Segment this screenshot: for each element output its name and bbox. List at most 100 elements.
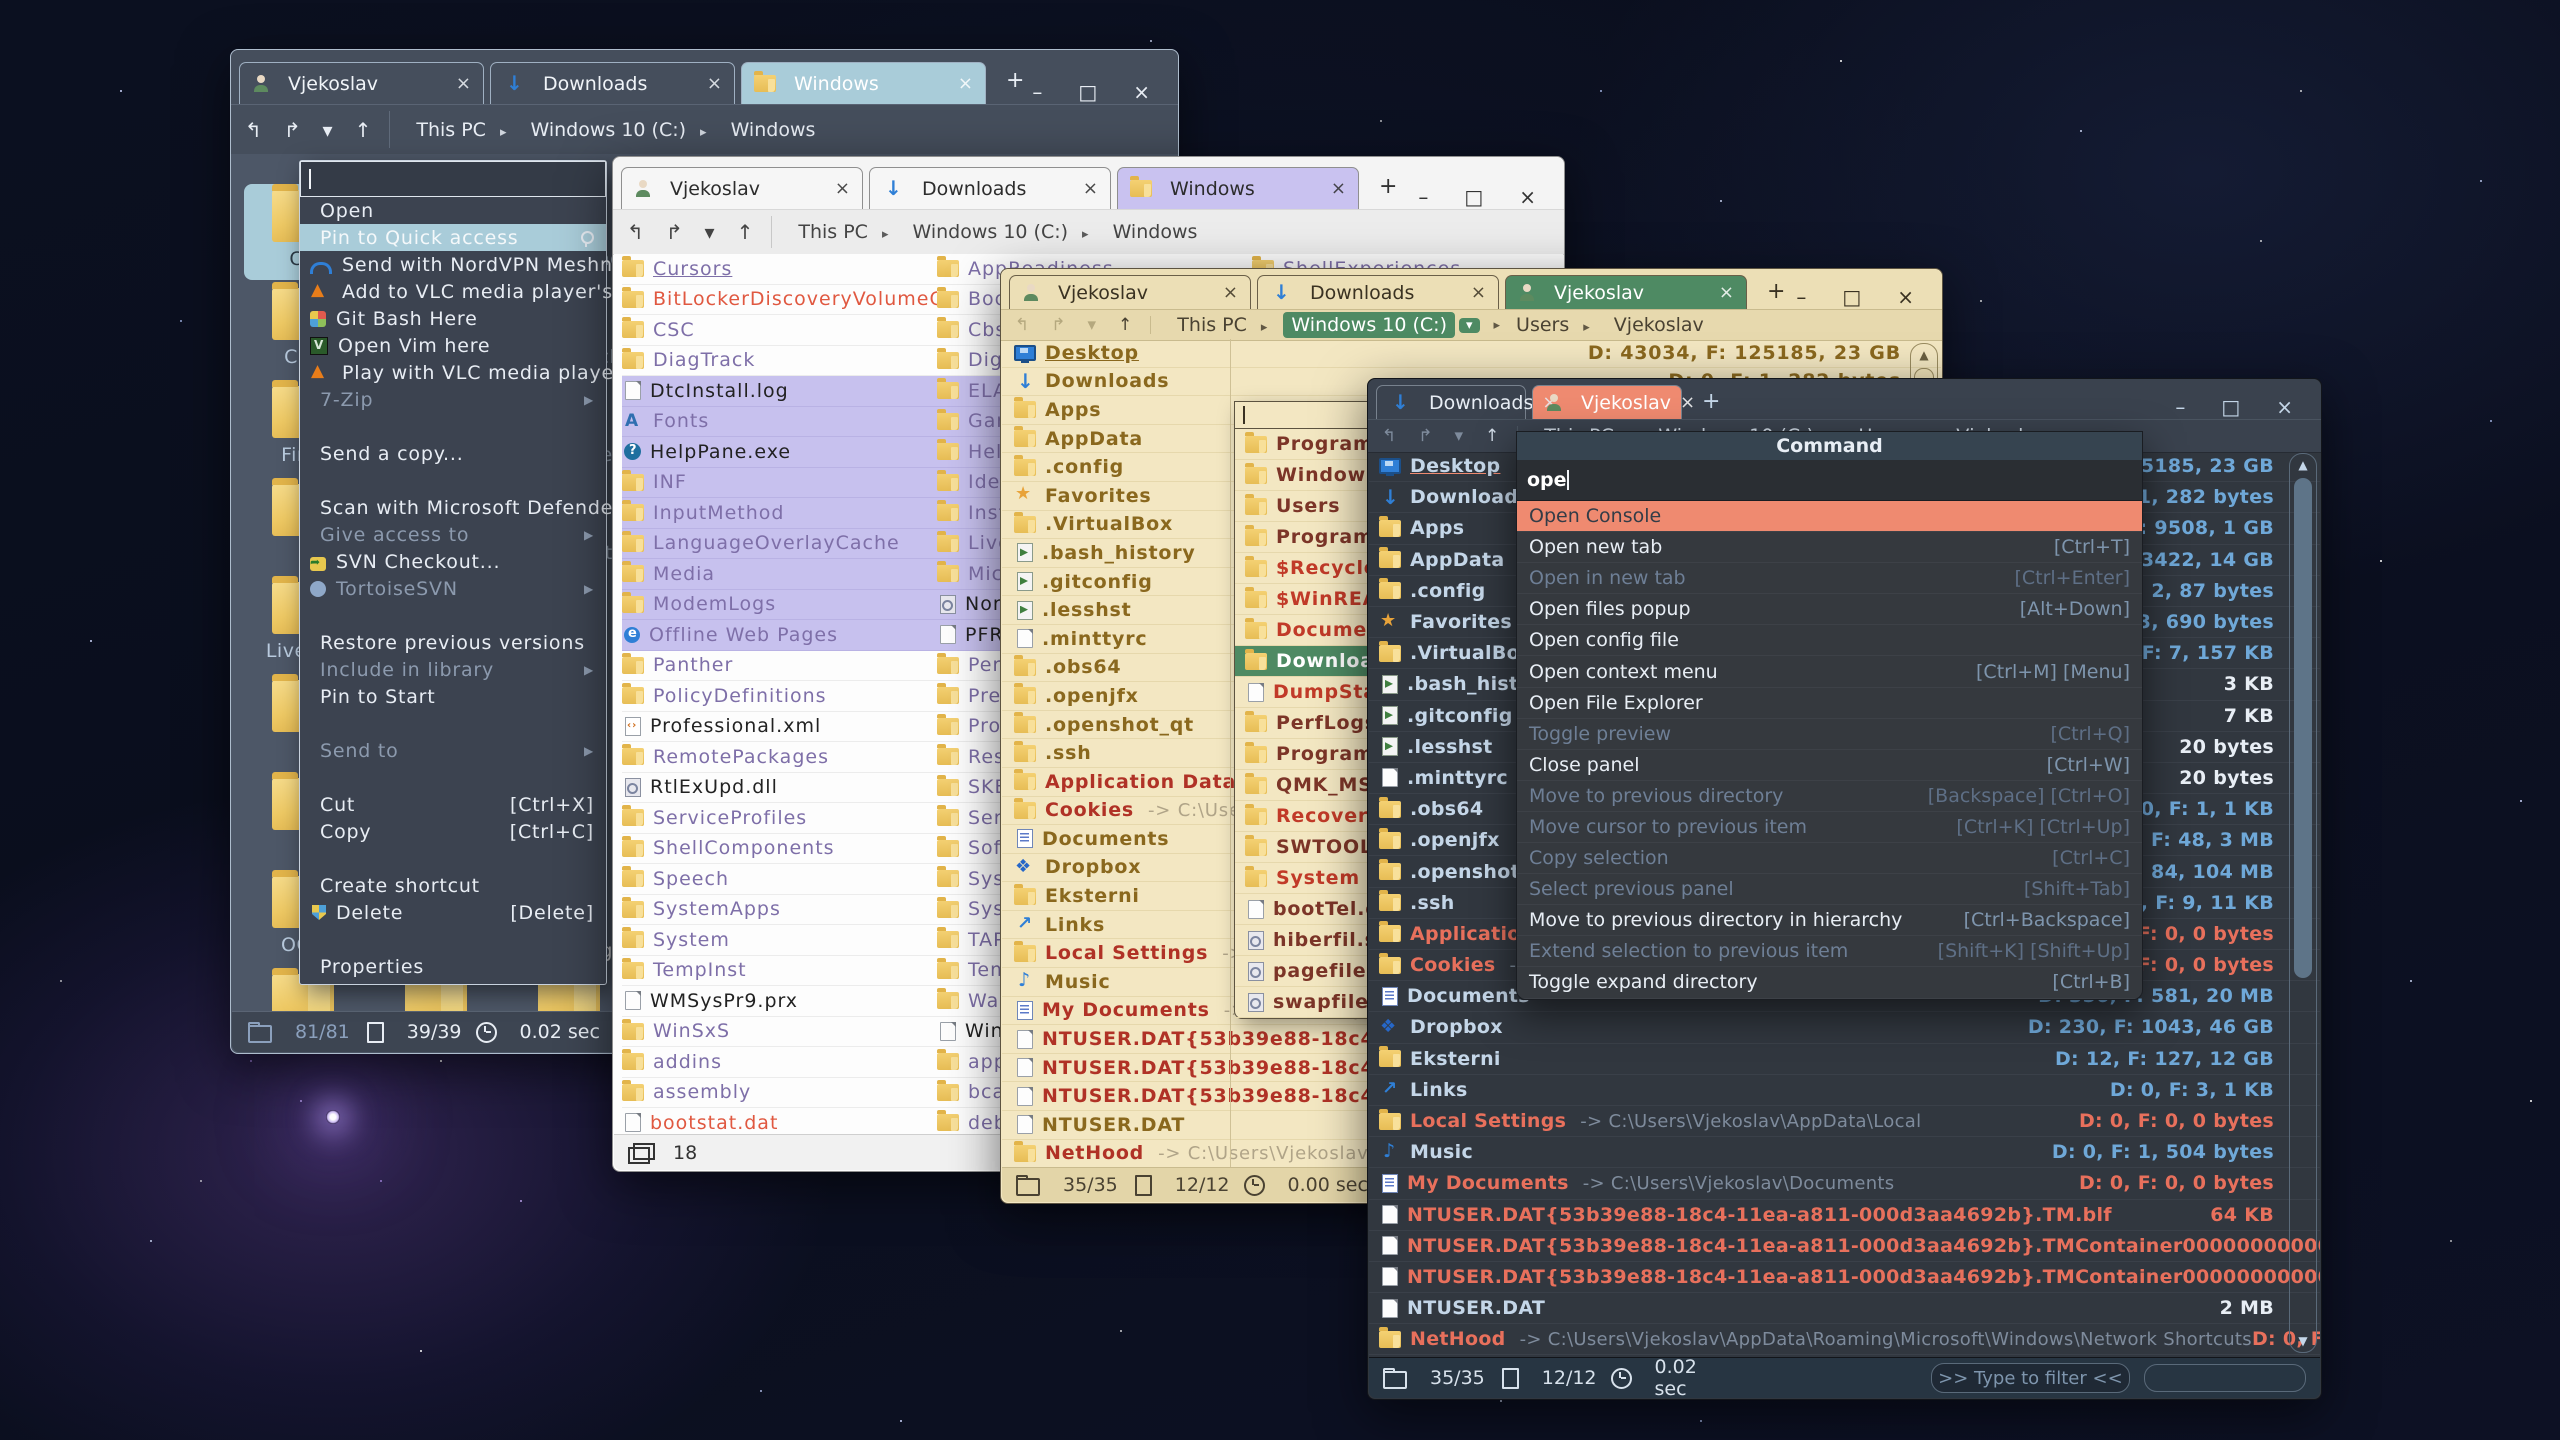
- close-button[interactable]: ×: [1133, 80, 1150, 104]
- file-row[interactable]: assembly: [622, 1078, 937, 1109]
- context-menu-item[interactable]: Send a copy...: [300, 440, 606, 467]
- tab[interactable]: Downloads ×: [1257, 275, 1499, 309]
- breadcrumb-item[interactable]: Windows 10 (C:): [522, 117, 714, 143]
- up-button[interactable]: ↑: [1485, 426, 1499, 446]
- file-row[interactable]: Desktop D: 43034, F: 125185, 23 GB: [1002, 339, 1941, 368]
- palette-command[interactable]: Open context menu [Ctrl+M] [Menu]: [1517, 656, 2142, 687]
- palette-command[interactable]: Open in new tab [Ctrl+Enter]: [1517, 563, 2142, 594]
- file-row[interactable]: Professional.xml: [622, 712, 937, 743]
- back-button[interactable]: ↰: [245, 118, 262, 142]
- tab[interactable]: Windows ×: [741, 62, 986, 104]
- breadcrumb-item[interactable]: This PC: [408, 117, 514, 143]
- maximize-button[interactable]: □: [1842, 285, 1861, 309]
- tab[interactable]: Downloads ×: [1376, 385, 1526, 419]
- palette-command[interactable]: Open Console: [1517, 501, 2142, 532]
- tab-close-icon[interactable]: ×: [1083, 178, 1098, 199]
- history-dropdown-icon[interactable]: ▾: [1455, 426, 1464, 446]
- file-row[interactable]: NTUSER.DAT{53b39e88-18c4-11ea-a811-000d3…: [1369, 1231, 2320, 1262]
- file-row[interactable]: SystemApps: [622, 895, 937, 926]
- file-row[interactable]: ShellComponents: [622, 834, 937, 865]
- breadcrumb-drive[interactable]: Windows 10 (C:) ▾: [1283, 312, 1500, 338]
- breadcrumb-users[interactable]: Users: [1508, 312, 1598, 338]
- context-menu-item[interactable]: Pin to Quick access: [300, 224, 606, 251]
- minimize-button[interactable]: –: [1418, 185, 1428, 209]
- context-menu-filter-input[interactable]: [300, 161, 606, 197]
- drive-dropdown-button[interactable]: ▾: [1459, 318, 1480, 333]
- tab-close-icon[interactable]: ×: [1719, 282, 1734, 303]
- context-menu-item[interactable]: Open Vim here: [300, 332, 606, 359]
- scrollbar-thumb[interactable]: [2294, 478, 2312, 978]
- tab[interactable]: Downloads ×: [490, 62, 735, 104]
- history-dropdown-icon[interactable]: ▾: [1088, 315, 1097, 335]
- file-row[interactable]: My Documents -> C:\Users\Vjekoslav\Docum…: [1369, 1168, 2320, 1199]
- context-menu-item[interactable]: [300, 845, 606, 872]
- palette-command[interactable]: Open files popup [Alt+Down]: [1517, 594, 2142, 625]
- forward-button[interactable]: ↱: [284, 118, 301, 142]
- context-menu-item[interactable]: Send with NordVPN Meshnet: [300, 251, 606, 278]
- breadcrumb-item[interactable]: Windows: [1105, 219, 1206, 245]
- file-row[interactable]: BitLockerDiscoveryVolumeContents: [622, 285, 937, 316]
- file-row[interactable]: System: [622, 925, 937, 956]
- context-menu-item[interactable]: [300, 467, 606, 494]
- palette-command[interactable]: Open File Explorer: [1517, 688, 2142, 719]
- type-to-filter-pill[interactable]: >> Type to filter <<: [1931, 1363, 2130, 1393]
- context-menu-item[interactable]: Play with VLC media player: [300, 359, 606, 386]
- new-tab-button[interactable]: +: [1006, 68, 1024, 93]
- context-menu-item[interactable]: TortoiseSVN: [300, 575, 606, 602]
- context-menu-item[interactable]: [300, 710, 606, 737]
- context-menu-item[interactable]: Pin to Start: [300, 683, 606, 710]
- palette-command[interactable]: Toggle preview [Ctrl+Q]: [1517, 719, 2142, 750]
- palette-command[interactable]: Move to previous directory [Backspace] […: [1517, 781, 2142, 812]
- breadcrumb-item[interactable]: This PC: [790, 219, 896, 245]
- close-button[interactable]: ×: [1897, 285, 1914, 309]
- minimize-button[interactable]: –: [1796, 285, 1806, 309]
- close-button[interactable]: ×: [1519, 185, 1536, 209]
- file-row[interactable]: ModemLogs: [622, 590, 937, 621]
- breadcrumb-item[interactable]: Windows 10 (C:): [904, 219, 1096, 245]
- file-row[interactable]: WMSysPr9.prx: [622, 986, 937, 1017]
- breadcrumb-this-pc[interactable]: This PC: [1169, 312, 1275, 338]
- file-row[interactable]: Offline Web Pages: [622, 620, 937, 651]
- context-menu-item[interactable]: Delete [Delete]: [300, 899, 606, 926]
- tab-close-icon[interactable]: ×: [1331, 178, 1346, 199]
- context-menu-item[interactable]: [300, 413, 606, 440]
- file-row[interactable]: TempInst: [622, 956, 937, 987]
- forward-button[interactable]: ↱: [1051, 315, 1065, 335]
- file-row[interactable]: Dropbox D: 230, F: 1043, 46 GB: [1369, 1012, 2320, 1043]
- file-row[interactable]: PolicyDefinitions: [622, 681, 937, 712]
- breadcrumb-item[interactable]: Windows: [723, 117, 824, 143]
- context-menu-item[interactable]: [300, 602, 606, 629]
- new-tab-button[interactable]: +: [1767, 279, 1785, 304]
- close-button[interactable]: ×: [2276, 395, 2293, 419]
- file-row[interactable]: RtlExUpd.dll: [622, 773, 937, 804]
- tab-close-icon[interactable]: ×: [1471, 282, 1486, 303]
- file-row[interactable]: bootstat.dat: [622, 1108, 937, 1135]
- tab-close-icon[interactable]: ×: [456, 73, 471, 94]
- file-row[interactable]: NTUSER.DAT{53b39e88-18c4-11ea-a811-000d3…: [1369, 1200, 2320, 1231]
- forward-button[interactable]: ↱: [1418, 426, 1432, 446]
- context-menu-item[interactable]: Scan with Microsoft Defender...: [300, 494, 606, 521]
- file-row[interactable]: NetHood -> C:\Users\Vjekoslav\AppData\Ro…: [1369, 1324, 2320, 1355]
- context-menu-item[interactable]: Copy [Ctrl+C]: [300, 818, 606, 845]
- up-button[interactable]: ↑: [355, 118, 372, 142]
- file-row[interactable]: DtcInstall.log: [622, 376, 937, 407]
- maximize-button[interactable]: □: [1464, 185, 1483, 209]
- palette-command[interactable]: Move to previous directory in hierarchy …: [1517, 905, 2142, 936]
- tab[interactable]: Windows ×: [1117, 167, 1359, 209]
- history-dropdown-icon[interactable]: ▾: [323, 118, 333, 142]
- file-row[interactable]: DiagTrack: [622, 346, 937, 377]
- scrollbar-up-icon[interactable]: ▲: [1919, 348, 1928, 362]
- palette-command[interactable]: Move cursor to previous item [Ctrl+K] [C…: [1517, 812, 2142, 843]
- context-menu-item[interactable]: [300, 926, 606, 953]
- tab-close-icon[interactable]: ×: [958, 73, 973, 94]
- tab[interactable]: Vjekoslav ×: [239, 62, 484, 104]
- file-row[interactable]: Local Settings -> C:\Users\Vjekoslav\App…: [1369, 1106, 2320, 1137]
- minimize-button[interactable]: –: [2175, 395, 2185, 419]
- file-row[interactable]: Fonts: [622, 407, 937, 438]
- back-button[interactable]: ↰: [1382, 426, 1396, 446]
- file-row[interactable]: Media: [622, 559, 937, 590]
- minimize-button[interactable]: –: [1032, 80, 1042, 104]
- file-row[interactable]: INF: [622, 468, 937, 499]
- palette-command[interactable]: Copy selection [Ctrl+C]: [1517, 843, 2142, 874]
- file-row[interactable]: WinSxS: [622, 1017, 937, 1048]
